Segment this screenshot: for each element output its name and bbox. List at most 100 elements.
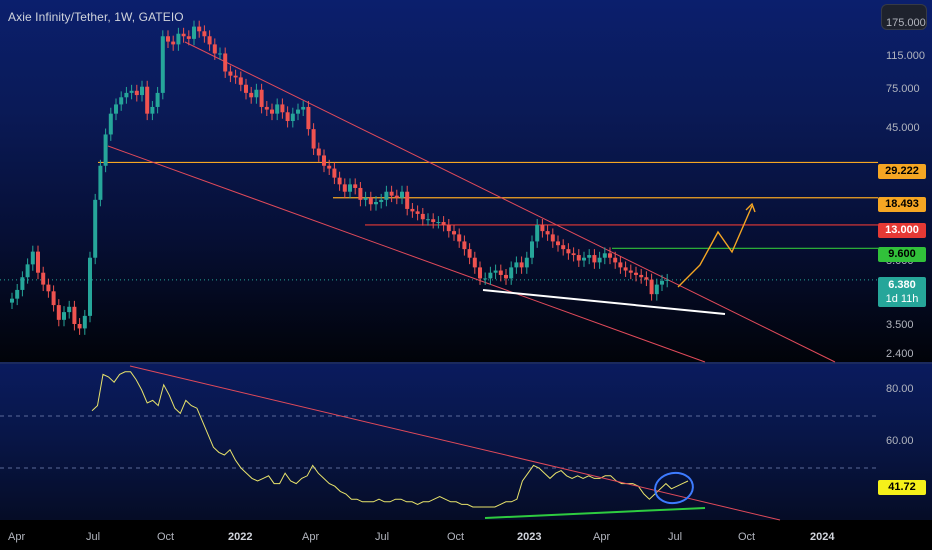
candle-body (254, 89, 259, 98)
candle-body (280, 104, 285, 113)
candle-body (25, 264, 30, 278)
candle-body (134, 90, 139, 96)
candle-body (550, 234, 555, 242)
price-tick-label: 75.000 (886, 82, 920, 95)
oscillator-trendline (129, 365, 781, 521)
candle-body (358, 187, 363, 200)
candle-body (181, 33, 186, 37)
candle-body (431, 219, 436, 223)
time-tick-label: Jul (668, 531, 683, 543)
candle-body (275, 104, 280, 114)
candle-body (41, 272, 46, 285)
candle-body (561, 245, 566, 250)
candle-body (540, 224, 545, 232)
time-tick-label: Oct (738, 531, 756, 543)
candle-body (420, 213, 425, 220)
candle-body (405, 191, 410, 209)
candle-body (249, 92, 254, 98)
level-badge-18493: 18.493 (878, 197, 926, 212)
candle-body (394, 195, 399, 198)
candle-body (400, 191, 404, 198)
candle-body (353, 184, 358, 188)
candle-body (519, 262, 524, 268)
candle-body (20, 277, 25, 290)
candle-body (524, 257, 529, 268)
candle-body (93, 199, 98, 258)
candle-body (608, 253, 612, 258)
candle-body (197, 26, 202, 32)
time-tick-label: Oct (157, 531, 175, 543)
candle-body (493, 270, 498, 273)
candle-body (384, 191, 389, 200)
candle-body (514, 262, 519, 268)
candle-body (108, 113, 113, 135)
candle-body (332, 168, 337, 178)
white-support-line (482, 289, 726, 315)
candle-body (46, 284, 51, 292)
candle-body (218, 53, 222, 55)
candle-body (337, 177, 342, 185)
candle-body (88, 257, 92, 316)
candle-body (478, 267, 482, 279)
price-tick-label: 2.400 (886, 348, 914, 361)
candle-body (488, 272, 493, 279)
candle-body (649, 279, 654, 295)
candle-body (504, 274, 508, 279)
candle-body (545, 231, 550, 235)
candle-body (571, 253, 576, 256)
candle-body (10, 298, 14, 303)
candle-body (202, 31, 207, 37)
candle-body (457, 234, 462, 242)
candle-body (56, 305, 61, 320)
candle-body (576, 255, 581, 261)
candle-body (363, 197, 368, 200)
candle-body (186, 36, 191, 39)
candle-body (660, 280, 664, 285)
candle-body (426, 219, 430, 221)
price-tick-label: 3.500 (886, 319, 914, 332)
candle-body (665, 279, 670, 281)
candle-body (301, 106, 306, 110)
candle-body (436, 222, 441, 224)
last-price-countdown: 1d 11h (885, 293, 919, 305)
candle-body (155, 92, 160, 107)
candle-body (244, 84, 248, 93)
candle-body (452, 231, 456, 235)
candle-body (82, 315, 87, 329)
last-price-value: 6.380 (888, 279, 916, 291)
candle-body (327, 165, 332, 169)
candle-body (114, 104, 118, 114)
candle-body (582, 257, 586, 261)
oscillator-value-badge: 41.72 (878, 480, 926, 495)
candle-body (124, 92, 129, 98)
candle-body (36, 251, 40, 273)
candle-body (77, 324, 82, 329)
chart-canvas[interactable] (0, 0, 932, 550)
candle-body (51, 291, 56, 306)
candle-body (223, 53, 228, 72)
time-tick-label: 2024 (810, 531, 835, 543)
candle-body (556, 241, 560, 246)
candle-body (207, 36, 212, 45)
candle-body (233, 75, 238, 78)
candle-body (389, 191, 394, 196)
level-badge-29222: 29.222 (878, 164, 926, 179)
candle-body (98, 165, 103, 200)
candle-body (483, 278, 488, 280)
candle-body (150, 106, 155, 114)
candle-body (264, 106, 269, 110)
candle-body (509, 267, 514, 279)
candle-body (311, 129, 316, 149)
candle-body (498, 270, 503, 275)
projected-path (677, 205, 753, 288)
candle-body (306, 106, 311, 130)
candle-body (166, 36, 170, 42)
candle-body (348, 184, 352, 192)
candle-body (602, 253, 607, 258)
channel-upper-line (184, 41, 836, 363)
time-tick-label: Apr (302, 531, 320, 543)
candle-body (270, 109, 274, 114)
oscillator-support-line (484, 507, 706, 519)
candle-body (368, 197, 373, 205)
candle-body (644, 277, 649, 280)
